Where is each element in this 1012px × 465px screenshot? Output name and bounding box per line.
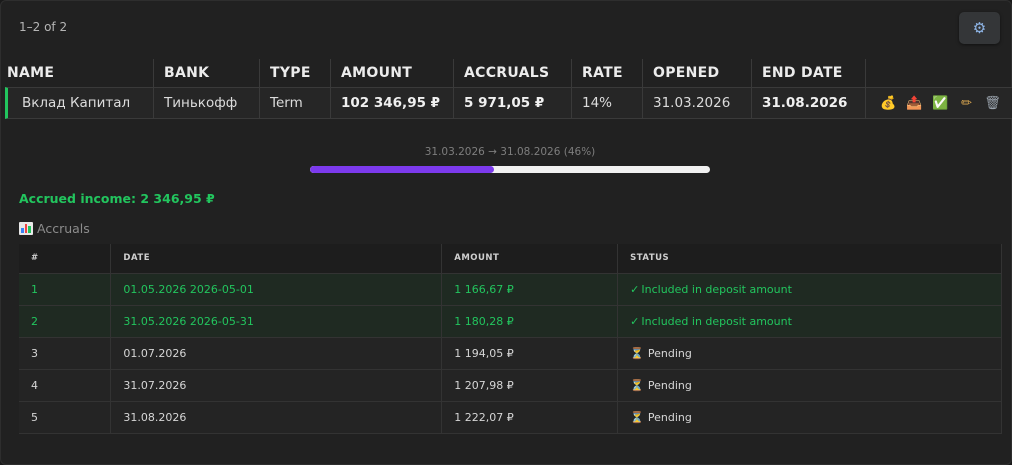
deposit-name: Вклад Капитал — [8, 88, 154, 118]
acc-col-date: DATE — [110, 244, 443, 274]
deposit-row[interactable]: Вклад Капитал Тинькофф Term 102 346,95 ₽… — [5, 87, 1012, 119]
checkmark-icon: ✓ — [630, 282, 640, 296]
accrual-num: 2 — [19, 305, 112, 338]
accruals-table: # DATE AMOUNT STATUS 1 01.05.2026 2026-0… — [19, 244, 1002, 434]
bar-chart-icon — [19, 222, 33, 235]
accrual-num: 5 — [19, 401, 112, 434]
col-header-opened[interactable]: OPENED — [643, 59, 752, 87]
pagination-count: 1–2 of 2 — [19, 20, 68, 34]
money-bag-icon[interactable]: 💰 — [880, 96, 897, 111]
deposit-end-date: 31.08.2026 — [752, 88, 866, 118]
hourglass-icon: ⏳ — [630, 410, 644, 424]
accrual-amount: 1 194,05 ₽ — [441, 337, 619, 370]
col-header-name[interactable]: NAME — [1, 59, 154, 87]
col-header-amount[interactable]: AMOUNT — [331, 59, 454, 87]
deposit-amount: 102 346,95 ₽ — [331, 88, 454, 118]
accruals-section-title: Accruals — [19, 221, 90, 236]
col-header-actions — [866, 59, 1012, 87]
accrual-date: 01.05.2026 2026-05-01 — [110, 273, 443, 306]
accrual-amount: 1 207,98 ₽ — [441, 369, 619, 402]
check-icon[interactable]: ✅ — [932, 96, 949, 111]
deposit-rate: 14% — [572, 88, 643, 118]
hourglass-icon: ⏳ — [630, 346, 644, 360]
col-header-bank[interactable]: BANK — [154, 59, 260, 87]
deposit-opened: 31.03.2026 — [643, 88, 752, 118]
accrual-status: ⏳ Pending — [617, 401, 1002, 434]
deposits-table-header: NAME BANK TYPE AMOUNT ACCRUALS RATE OPEN… — [1, 59, 1012, 87]
deposits-panel: 1–2 of 2 ⚙ NAME BANK TYPE AMOUNT ACCRUAL… — [0, 0, 1012, 465]
accrual-date: 01.07.2026 — [110, 337, 443, 370]
accrual-amount: 1 180,28 ₽ — [441, 305, 619, 338]
accrual-date: 31.08.2026 — [110, 401, 443, 434]
trash-icon[interactable]: 🗑 — [984, 96, 1001, 111]
withdraw-tray-icon[interactable]: 📤 — [906, 96, 923, 111]
accrual-status: ⏳ Pending — [617, 337, 1002, 370]
accrual-date: 31.05.2026 2026-05-31 — [110, 305, 443, 338]
accrual-date: 31.07.2026 — [110, 369, 443, 402]
accrual-num: 1 — [19, 273, 112, 306]
col-header-rate[interactable]: RATE — [572, 59, 643, 87]
accrued-income: Accrued income: 2 346,95 ₽ — [19, 191, 215, 206]
acc-col-num: # — [19, 244, 112, 274]
accruals-header-row: # DATE AMOUNT STATUS — [19, 244, 1002, 274]
hourglass-icon: ⏳ — [630, 378, 644, 392]
col-header-accruals[interactable]: ACCRUALS — [454, 59, 572, 87]
status-text: Pending — [647, 346, 692, 360]
progress-bar — [310, 166, 710, 173]
table-row: 2 31.05.2026 2026-05-31 1 180,28 ₽ ✓ Incl… — [19, 305, 1002, 338]
accrual-status: ✓ Included in deposit amount — [617, 305, 1002, 338]
accrual-num: 4 — [19, 369, 112, 402]
accrual-amount: 1 166,67 ₽ — [441, 273, 619, 306]
row-actions: 💰 📤 ✅ ✏ 🗑 — [866, 88, 1001, 118]
deposit-type: Term — [260, 88, 331, 118]
progress-fill — [310, 166, 494, 173]
status-text: Pending — [647, 410, 692, 424]
status-text: Included in deposit amount — [641, 282, 792, 296]
accrual-num: 3 — [19, 337, 112, 370]
progress-label: 31.03.2026 → 31.08.2026 (46%) — [424, 146, 596, 158]
gear-icon: ⚙ — [972, 19, 987, 37]
accrual-amount: 1 222,07 ₽ — [441, 401, 619, 434]
deposit-bank: Тинькофф — [154, 88, 260, 118]
acc-col-amount: AMOUNT — [441, 244, 619, 274]
status-text: Pending — [647, 378, 692, 392]
table-row: 4 31.07.2026 1 207,98 ₽ ⏳ Pending — [19, 369, 1002, 402]
col-header-type[interactable]: TYPE — [260, 59, 331, 87]
table-row: 3 01.07.2026 1 194,05 ₽ ⏳ Pending — [19, 337, 1002, 370]
accrual-status: ✓ Included in deposit amount — [617, 273, 1002, 306]
acc-col-status: STATUS — [617, 244, 1002, 274]
col-header-end-date[interactable]: END DATE — [752, 59, 866, 87]
deposit-accruals: 5 971,05 ₽ — [454, 88, 572, 118]
table-row: 1 01.05.2026 2026-05-01 1 166,67 ₽ ✓ Incl… — [19, 273, 1002, 306]
accrual-status: ⏳ Pending — [617, 369, 1002, 402]
table-row: 5 31.08.2026 1 222,07 ₽ ⏳ Pending — [19, 401, 1002, 434]
pencil-icon[interactable]: ✏ — [958, 96, 975, 111]
accruals-title-text: Accruals — [37, 221, 90, 236]
checkmark-icon: ✓ — [630, 314, 640, 328]
status-text: Included in deposit amount — [641, 314, 792, 328]
settings-button[interactable]: ⚙ — [959, 12, 1000, 44]
